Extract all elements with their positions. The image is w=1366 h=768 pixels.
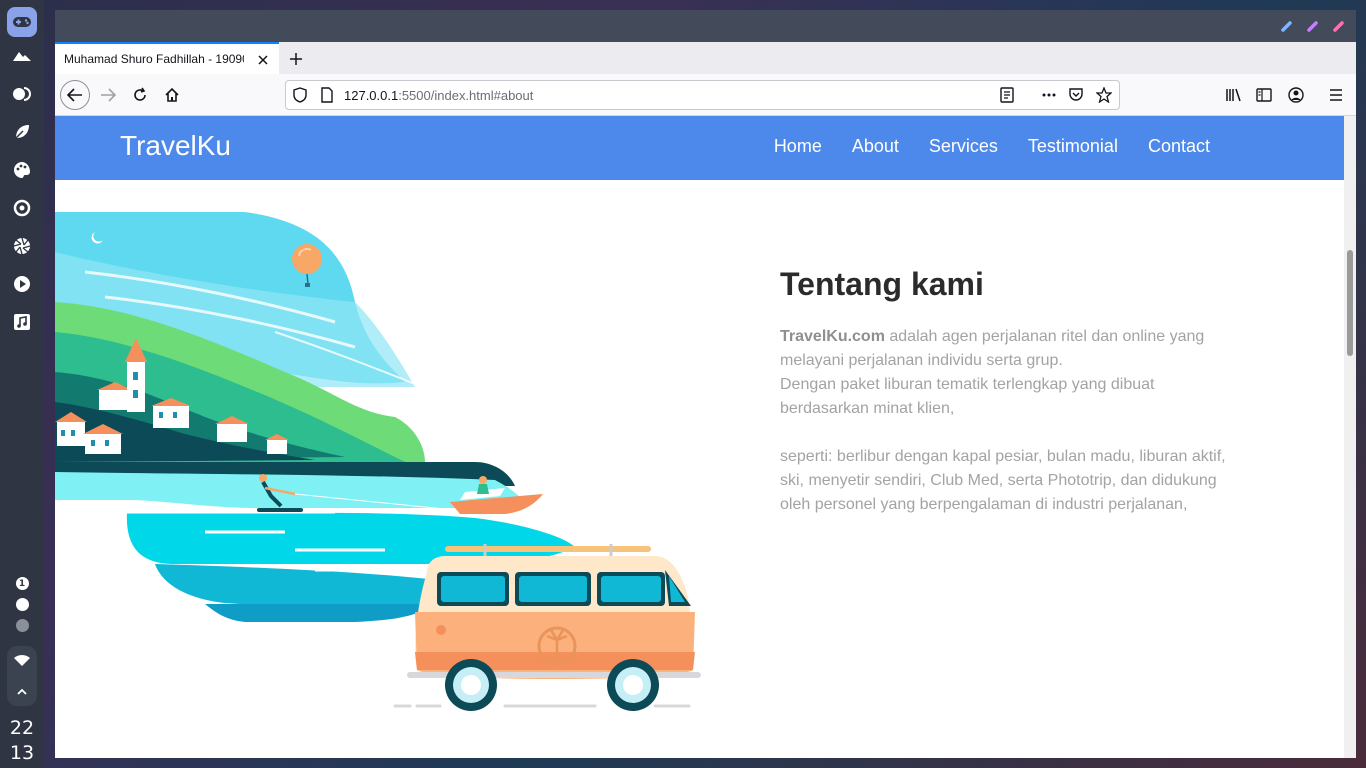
active-tab[interactable]: Muhamad Shuro Fadhillah - 190900: [55, 42, 279, 74]
workspace-1-indicator[interactable]: 1: [15, 577, 29, 590]
navigation-toolbar: 127.0.0.1:5500/index.html#about: [55, 74, 1356, 116]
site-header: TravelKu Home About Services Testimonial…: [55, 116, 1344, 180]
back-button[interactable]: [60, 80, 90, 110]
bookmark-star-icon[interactable]: [1095, 86, 1113, 104]
page-viewport: TravelKu Home About Services Testimonial…: [55, 116, 1356, 758]
about-text: TravelKu.com adalah agen perjalanan rite…: [780, 325, 1230, 517]
desktop-dock: 1 22 13: [0, 0, 44, 768]
url-text[interactable]: 127.0.0.1:5500/index.html#about: [344, 88, 533, 103]
about-brand-name: TravelKu.com: [780, 328, 885, 345]
nav-home[interactable]: Home: [774, 136, 822, 157]
pen-blue-icon[interactable]: [1280, 19, 1294, 33]
about-paragraph-1-line2: Dengan paket liburan tematik terlengkap …: [780, 376, 1155, 417]
mountain-icon[interactable]: [11, 45, 33, 67]
nav-about[interactable]: About: [852, 136, 899, 157]
clock-minutes: 13: [9, 742, 35, 764]
leaf-icon[interactable]: [11, 121, 33, 143]
home-button[interactable]: [157, 80, 187, 110]
reload-icon: [134, 87, 146, 101]
arrow-right-icon: [101, 88, 116, 102]
aperture-icon[interactable]: [11, 235, 33, 257]
reload-button[interactable]: [125, 80, 155, 110]
about-title: Tentang kami: [780, 266, 984, 302]
about-paragraph-2: seperti: berlibur dengan kapal pesiar, b…: [780, 448, 1226, 513]
more-options-icon[interactable]: [1040, 86, 1058, 104]
url-host: 127.0.0.1: [344, 88, 399, 103]
scrollbar-thumb[interactable]: [1347, 250, 1353, 356]
pocket-icon[interactable]: [1067, 86, 1085, 104]
clock-hours: 22: [9, 717, 35, 739]
plus-icon: [290, 53, 302, 65]
about-section: Tentang kami TravelKu.com adalah agen pe…: [780, 266, 1230, 541]
pen-purple-icon[interactable]: [1306, 19, 1320, 33]
shield-icon[interactable]: [291, 86, 309, 104]
account-button[interactable]: [1281, 80, 1311, 110]
browser-window: Muhamad Shuro Fadhillah - 190900 127.0.0…: [55, 10, 1356, 758]
clock[interactable]: 22 13: [10, 716, 34, 766]
menu-button[interactable]: [1321, 80, 1351, 110]
home-icon: [165, 87, 179, 102]
window-titlebar[interactable]: [55, 10, 1356, 42]
close-icon[interactable]: [255, 52, 271, 68]
about-paragraph-1: TravelKu.com adalah agen perjalanan rite…: [780, 325, 1230, 421]
wifi-icon[interactable]: [13, 652, 31, 671]
pen-pink-icon[interactable]: [1332, 19, 1346, 33]
site-nav: Home About Services Testimonial Contact: [774, 136, 1210, 157]
travel-illustration: [55, 212, 701, 711]
site-logo[interactable]: TravelKu: [120, 130, 231, 162]
palette-icon[interactable]: [11, 159, 33, 181]
arrow-left-icon: [67, 88, 82, 102]
nav-contact[interactable]: Contact: [1148, 136, 1210, 157]
tab-strip: Muhamad Shuro Fadhillah - 190900: [55, 42, 1356, 74]
forward-button[interactable]: [93, 80, 123, 110]
workspace-3-indicator[interactable]: [15, 619, 29, 632]
tab-title: Muhamad Shuro Fadhillah - 190900: [64, 52, 244, 66]
sidebar-icon: [1256, 88, 1272, 102]
library-icon: [1226, 88, 1241, 102]
sidebar-button[interactable]: [1249, 80, 1279, 110]
account-icon: [1288, 87, 1304, 103]
url-bar[interactable]: 127.0.0.1:5500/index.html#about: [285, 80, 1120, 110]
gamepad-icon[interactable]: [7, 7, 37, 37]
page-scrollbar[interactable]: [1344, 116, 1356, 758]
chevron-up-icon[interactable]: [16, 681, 28, 700]
play-icon[interactable]: [11, 273, 33, 295]
reader-view-icon[interactable]: [998, 86, 1016, 104]
toggle-icon[interactable]: [11, 83, 33, 105]
refresh-icon[interactable]: [11, 197, 33, 219]
page-icon[interactable]: [318, 86, 336, 104]
nav-testimonial[interactable]: Testimonial: [1028, 136, 1118, 157]
music-note-icon[interactable]: [11, 311, 33, 333]
new-tab-button[interactable]: [281, 44, 311, 74]
system-tray: [7, 646, 37, 706]
library-button[interactable]: [1219, 80, 1249, 110]
workspace-2-indicator[interactable]: [15, 598, 29, 611]
nav-services[interactable]: Services: [929, 136, 998, 157]
url-path: :5500/index.html#about: [398, 88, 534, 103]
hamburger-icon: [1330, 89, 1342, 101]
